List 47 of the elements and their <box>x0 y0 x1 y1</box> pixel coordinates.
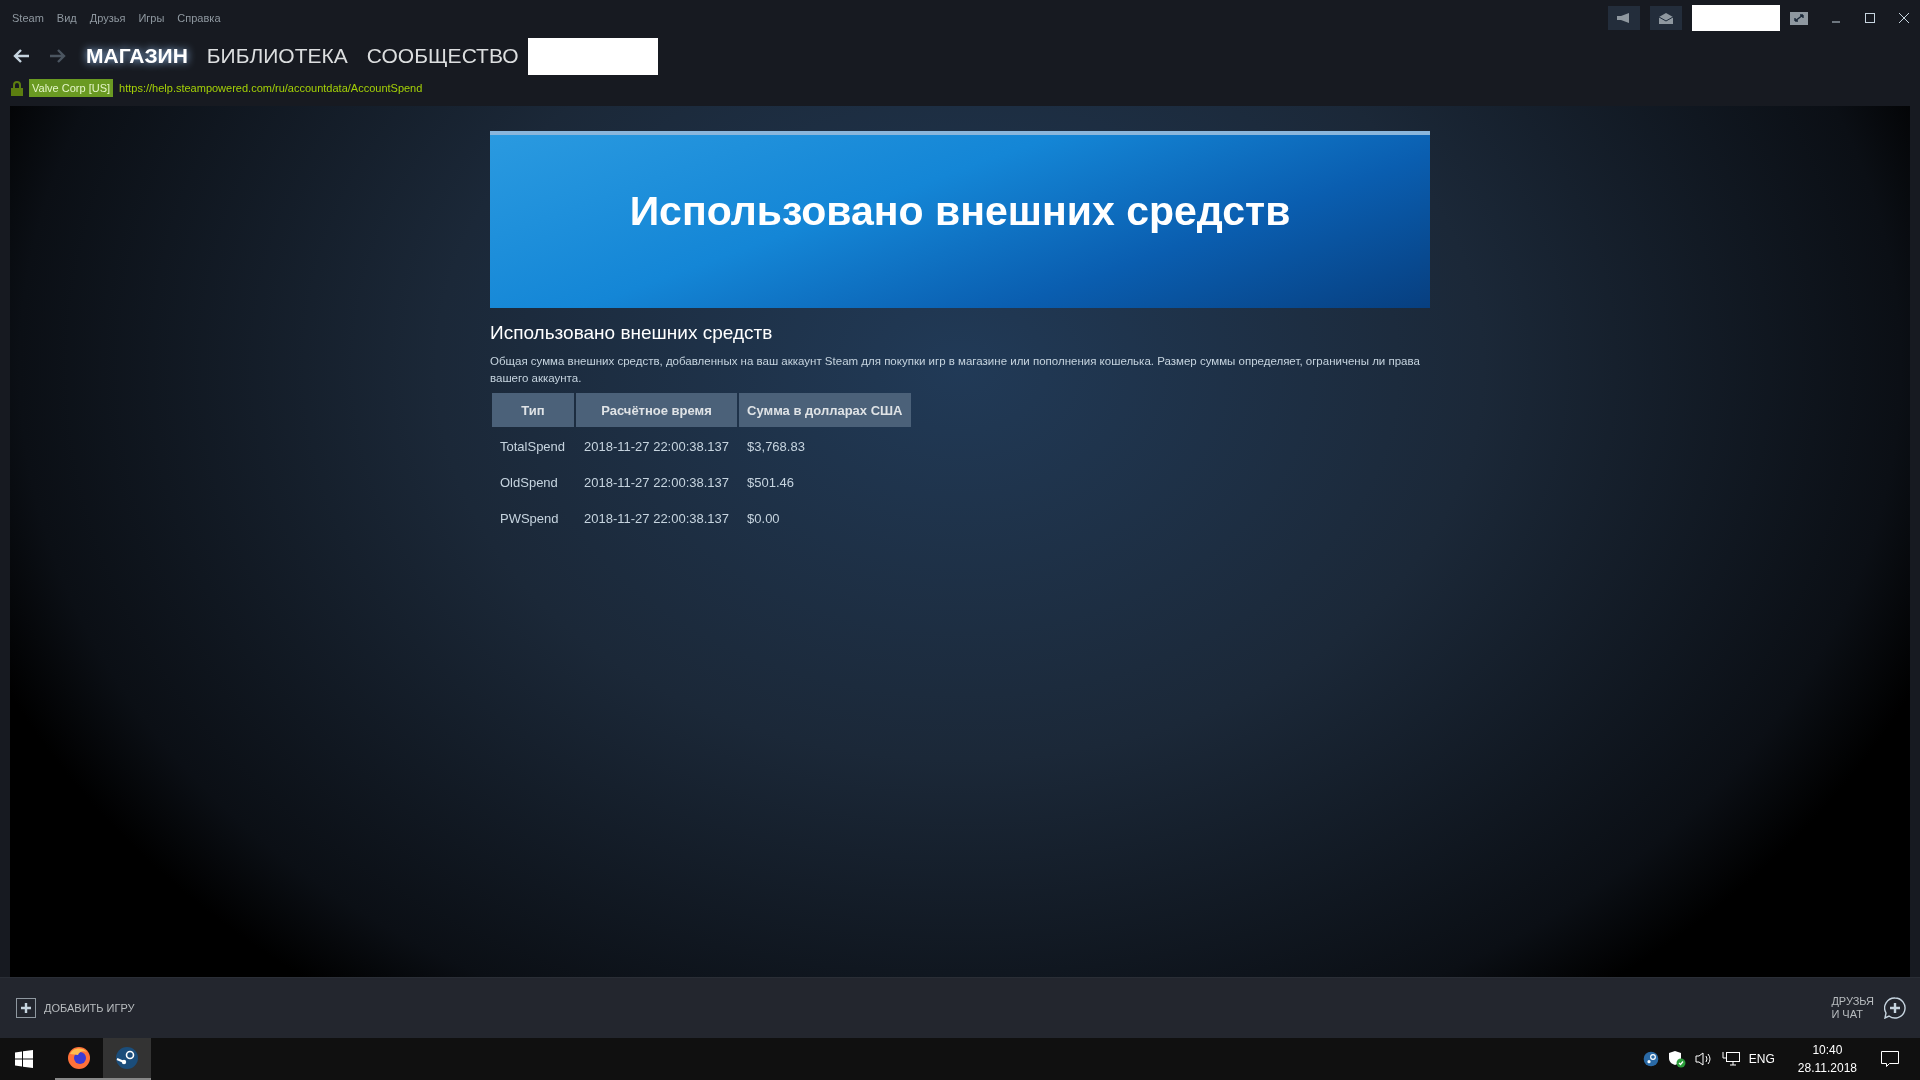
maximize-icon[interactable] <box>1864 12 1876 24</box>
table-cell-text: 2018-11-27 22:00:38.137 <box>583 473 731 492</box>
chat-plus-icon <box>1884 997 1906 1019</box>
banner-title: Использовано внешних средств <box>629 188 1291 235</box>
windows-start-icon[interactable] <box>15 1050 33 1068</box>
menu-item[interactable]: Справка <box>177 12 221 24</box>
friends-chat-button[interactable]: ДРУЗЬЯ И ЧАТ <box>1831 995 1906 1021</box>
table-cell-text: PWSpend <box>499 509 560 528</box>
menu-item[interactable]: Друзья <box>89 12 126 24</box>
page-heading: Использовано внешних средств <box>490 322 774 344</box>
nav-tab[interactable]: МАГАЗИН <box>86 44 188 68</box>
network-icon[interactable] <box>1721 1051 1740 1067</box>
table-cell-text: $3,768.83 <box>746 437 806 456</box>
steam-icon <box>115 1046 139 1070</box>
back-arrow-icon[interactable] <box>12 48 30 64</box>
speaker-icon[interactable] <box>1694 1051 1713 1067</box>
browser-icon <box>67 1046 91 1070</box>
certificate-label: Valve Corp [US] <box>29 79 114 97</box>
taskbar-app[interactable] <box>103 1038 151 1080</box>
menu-item[interactable]: Steam <box>12 12 44 24</box>
table-cell-text: TotalSpend <box>499 437 567 456</box>
table-cell-text: 2018-11-27 22:00:38.137 <box>583 437 731 456</box>
menu-item[interactable]: Вид <box>56 12 77 24</box>
language-indicator[interactable]: ENG <box>1748 1052 1775 1066</box>
megaphone-icon[interactable] <box>1608 6 1640 30</box>
column-header: Расчётное время <box>576 393 738 427</box>
notification-icon[interactable] <box>1880 1050 1900 1068</box>
table-cell-text: 2018-11-27 22:00:38.137 <box>583 509 731 528</box>
plus-icon <box>16 998 36 1018</box>
table-cell-text: OldSpend <box>499 473 559 492</box>
url-text[interactable]: https://help.steampowered.com/ru/accountdata/AccountSpend <box>119 82 423 94</box>
steam-tray-icon[interactable] <box>1642 1051 1659 1067</box>
shield-icon[interactable] <box>1667 1050 1686 1068</box>
close-icon[interactable] <box>1898 12 1910 24</box>
menu-item[interactable]: Игры <box>138 12 165 24</box>
column-header: Тип <box>492 393 574 427</box>
clock[interactable]: 10:40 28.11.2018 <box>1797 1041 1857 1077</box>
nav-tab[interactable]: СООБЩЕСТВО <box>366 44 519 68</box>
column-header: Сумма в долларах США <box>739 393 911 427</box>
table-cell-text: $501.46 <box>746 473 796 492</box>
nav-tab[interactable]: БИБЛИОТЕКА <box>206 44 348 68</box>
table-cell-text: $0.00 <box>746 509 781 528</box>
big-picture-icon[interactable] <box>1790 11 1808 25</box>
description-text: Общая сумма внешних средств, добавленных на ваш аккаунт Steam для покупки игр в магазине или пополнения кошелька. Размер суммы определяет, ограничены ли права вашего аккаунта. <box>490 354 1421 386</box>
add-game-button[interactable]: ДОБАВИТЬ ИГРУ <box>16 998 135 1018</box>
lock-icon <box>11 80 23 96</box>
envelope-icon[interactable] <box>1650 6 1682 30</box>
